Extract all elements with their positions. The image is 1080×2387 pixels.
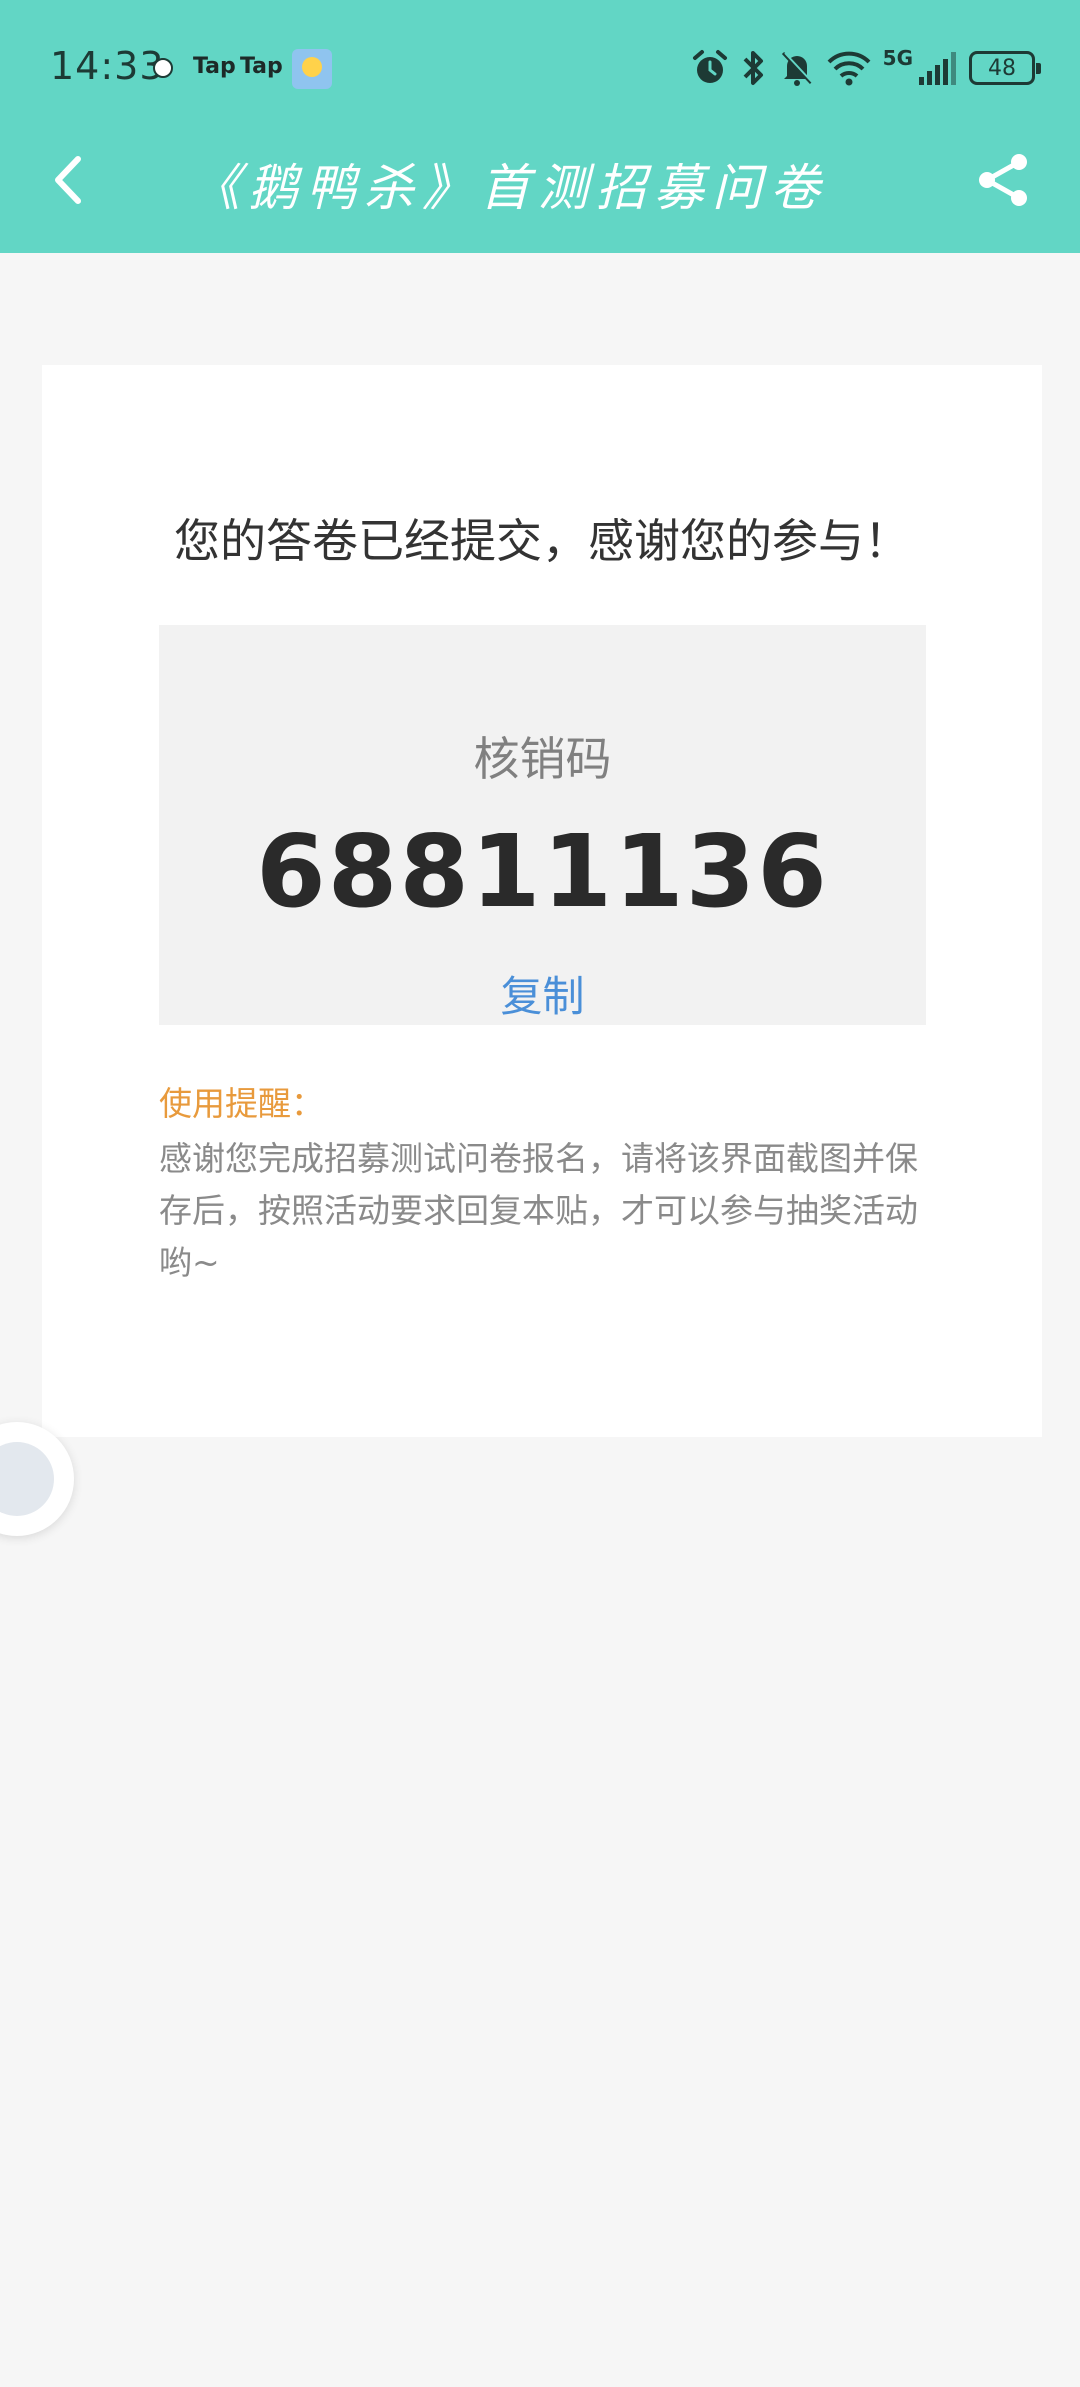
result-card: 您的答卷已经提交，感谢您的参与！ 核销码 68811136 复制 使用提醒： 感… <box>42 365 1042 1437</box>
code-label: 核销码 <box>473 732 612 786</box>
weather-icon <box>292 49 332 89</box>
app-header: 14:33 Tap Tap 5G 48 《鹅鸭杀》首测招募问卷 <box>0 0 1080 253</box>
back-button[interactable] <box>40 145 100 215</box>
taptap-badge: Tap <box>193 54 236 79</box>
alarm-icon <box>692 50 727 83</box>
share-icon <box>979 154 1027 206</box>
status-icons: 5G 48 <box>691 46 1041 90</box>
copy-button[interactable]: 复制 <box>159 963 926 1024</box>
page-title: 《鹅鸭杀》首测招募问卷 <box>190 159 828 217</box>
submitted-message: 您的答卷已经提交，感谢您的参与！ <box>174 514 910 568</box>
status-time: 14:33 <box>50 44 165 88</box>
floating-image-button[interactable] <box>0 1422 74 1536</box>
verification-code: 68811136 <box>256 813 829 930</box>
battery-indicator: 48 <box>969 51 1041 85</box>
tip-title: 使用提醒： <box>159 1084 324 1123</box>
tip-text: 感谢您完成招募测试问卷报名，请将该界面截图并保存后，按照活动要求回复本贴，才可以… <box>159 1139 918 1282</box>
wifi-icon <box>827 51 871 86</box>
chevron-left-icon <box>55 156 81 204</box>
image-icon <box>0 1442 54 1516</box>
verification-code-box: 核销码 68811136 复制 <box>159 625 926 1025</box>
network-type: 5G <box>882 46 913 70</box>
taptap-badge-2: Tap <box>240 54 283 79</box>
bell-off-icon <box>781 51 814 86</box>
bluetooth-icon <box>743 51 763 85</box>
sync-icon <box>153 58 173 78</box>
signal-icon <box>919 52 956 85</box>
share-button[interactable] <box>973 150 1033 210</box>
